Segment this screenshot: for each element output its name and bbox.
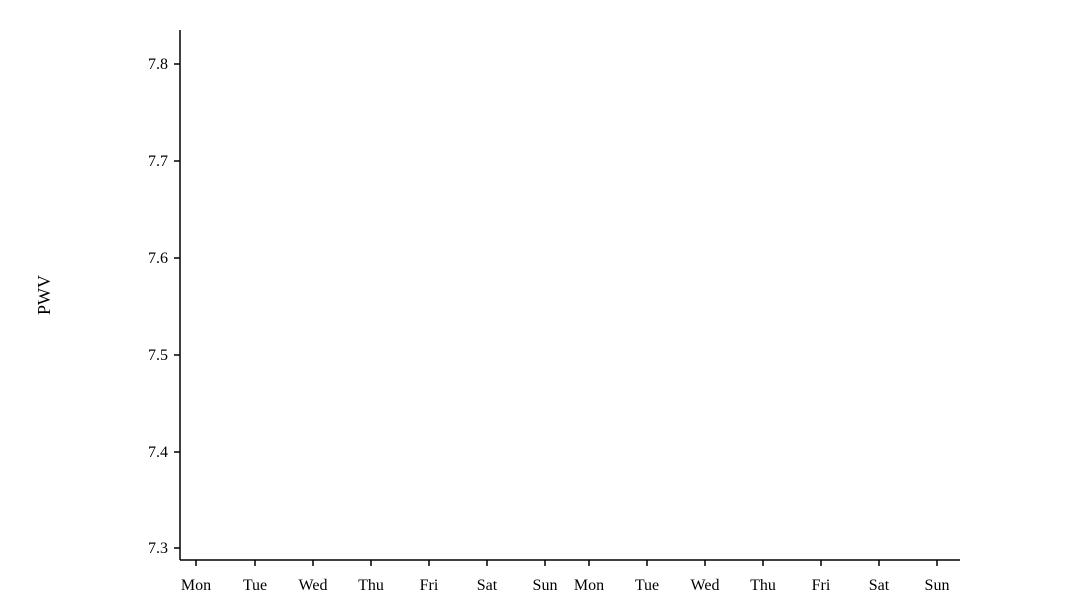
y-tick-label-78: 7.8 xyxy=(148,56,168,73)
x-tick-label-mon2: Mon xyxy=(574,577,604,594)
y-tick-label-74: 7.4 xyxy=(148,444,168,461)
y-axis-label: PWV xyxy=(34,275,54,315)
x-tick-label-mon1: Mon xyxy=(181,577,211,594)
x-tick-label-wed2: Wed xyxy=(691,577,720,594)
chart-svg: PWV 7.3 7.4 7.5 7.6 7.7 7.8 Mon Tue Wed xyxy=(0,0,1080,608)
x-tick-label-wed1: Wed xyxy=(299,577,328,594)
x-tick-label-thu1: Thu xyxy=(358,577,384,594)
y-tick-label-77: 7.7 xyxy=(148,153,168,170)
x-tick-label-sun1: Sun xyxy=(533,577,558,594)
x-tick-label-tue2: Tue xyxy=(635,577,659,594)
x-tick-label-sat1: Sat xyxy=(477,577,498,594)
x-tick-label-fri1: Fri xyxy=(420,577,439,594)
x-tick-label-thu2: Thu xyxy=(750,577,776,594)
x-tick-label-tue1: Tue xyxy=(243,577,267,594)
y-tick-label-76: 7.6 xyxy=(148,250,168,267)
y-tick-label-75: 7.5 xyxy=(148,347,168,364)
x-tick-label-fri2: Fri xyxy=(812,577,831,594)
chart-container: PWV 7.3 7.4 7.5 7.6 7.7 7.8 Mon Tue Wed xyxy=(0,0,1080,608)
x-tick-label-sun2: Sun xyxy=(925,577,950,594)
y-tick-label-73: 7.3 xyxy=(148,540,168,557)
x-tick-label-sat2: Sat xyxy=(869,577,890,594)
